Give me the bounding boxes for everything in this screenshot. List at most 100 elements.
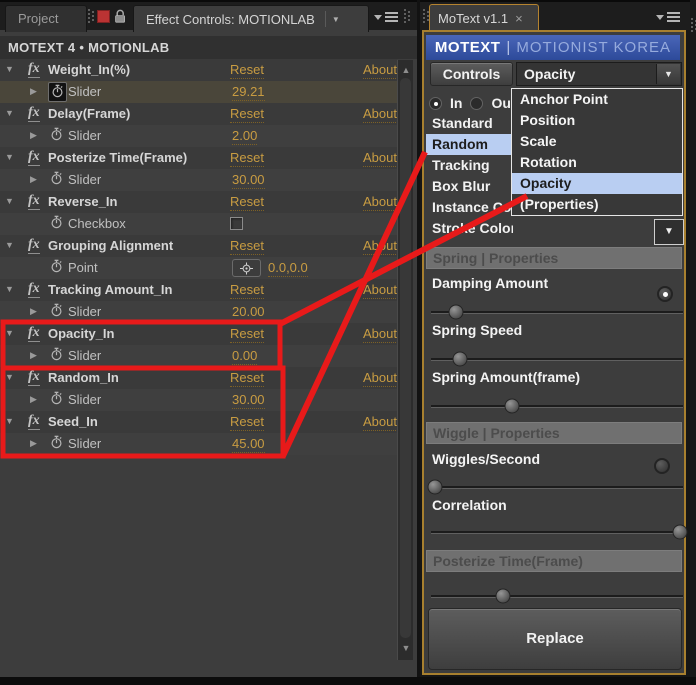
property-value[interactable]: 45.00: [232, 436, 265, 453]
reset-link[interactable]: Reset: [230, 370, 264, 387]
effect-header-row[interactable]: ▼ fx Weight_In(%) Reset About: [0, 59, 400, 81]
property-value[interactable]: 0.00: [232, 348, 258, 365]
property-row[interactable]: Point 0.0,0.0: [0, 257, 397, 279]
spring-speed-slider-handle[interactable]: [452, 351, 468, 367]
effect-header-row[interactable]: ▼ fx Opacity_In Reset About: [0, 323, 400, 345]
panel-grip-icon[interactable]: [88, 9, 96, 25]
stopwatch-icon[interactable]: [50, 391, 63, 408]
reset-link[interactable]: Reset: [230, 326, 264, 343]
stopwatch-icon[interactable]: [50, 435, 63, 452]
point-value[interactable]: 0.0,0.0: [268, 260, 308, 277]
replace-button[interactable]: Replace: [428, 608, 682, 670]
effect-header-row[interactable]: ▼ fx Tracking Amount_In Reset About: [0, 279, 400, 301]
checkbox[interactable]: [230, 217, 243, 230]
collapse-triangle-icon[interactable]: ▼: [5, 328, 14, 338]
panel-menu-icon[interactable]: [374, 12, 398, 22]
property-row[interactable]: ▶ Slider 20.00: [0, 301, 397, 323]
scrollbar-thumb[interactable]: [400, 78, 411, 638]
expand-triangle-icon[interactable]: ▶: [30, 394, 37, 405]
scroll-up-icon[interactable]: ▲: [398, 62, 414, 78]
property-row[interactable]: ▶ Slider 0.00: [0, 345, 397, 367]
stopwatch-icon[interactable]: [50, 347, 63, 364]
property-row[interactable]: ▶ Slider 29.21: [0, 81, 397, 103]
wiggles-second-slider-handle[interactable]: [427, 479, 443, 495]
dropdown-option-rotation[interactable]: Rotation: [512, 152, 682, 173]
expand-triangle-icon[interactable]: ▶: [30, 86, 37, 97]
mode-item-tracking[interactable]: Tracking: [426, 155, 513, 176]
tab-project[interactable]: Project: [5, 5, 87, 32]
effect-header-row[interactable]: ▼ fx Delay(Frame) Reset About: [0, 103, 400, 125]
reset-link[interactable]: Reset: [230, 106, 264, 123]
effect-header-row[interactable]: ▼ fx Reverse_In Reset About: [0, 191, 400, 213]
close-icon[interactable]: ×: [515, 6, 523, 32]
about-link[interactable]: About: [363, 414, 400, 431]
damping-slider-handle[interactable]: [448, 304, 464, 320]
collapse-triangle-icon[interactable]: ▼: [5, 284, 14, 294]
damping-slider[interactable]: [431, 304, 683, 320]
correlation-slider[interactable]: [431, 524, 688, 540]
reset-link[interactable]: Reset: [230, 282, 264, 299]
property-value[interactable]: 20.00: [232, 304, 265, 321]
dropdown-option-anchor-point[interactable]: Anchor Point: [512, 89, 682, 110]
expand-triangle-icon[interactable]: ▶: [30, 174, 37, 185]
reset-link[interactable]: Reset: [230, 414, 264, 431]
expand-triangle-icon[interactable]: ▶: [30, 350, 37, 361]
about-link[interactable]: About: [363, 282, 400, 299]
spring-amount-slider[interactable]: [431, 398, 683, 414]
posterize-slider-handle[interactable]: [495, 588, 511, 604]
chevron-down-icon[interactable]: ▼: [332, 7, 340, 32]
collapse-triangle-icon[interactable]: ▼: [5, 240, 14, 250]
dropdown-option-opacity[interactable]: Opacity: [512, 173, 682, 194]
tab-effect-controls[interactable]: Effect Controls: MOTIONLAB ▼: [133, 5, 369, 32]
scroll-down-icon[interactable]: ▼: [398, 640, 414, 656]
property-row[interactable]: Checkbox: [0, 213, 397, 235]
label-color-swatch[interactable]: [97, 10, 110, 23]
panel-grip-icon[interactable]: [404, 9, 412, 25]
stopwatch-icon[interactable]: [48, 82, 67, 102]
about-link[interactable]: About: [363, 326, 400, 343]
reset-link[interactable]: Reset: [230, 194, 264, 211]
effect-header-row[interactable]: ▼ fx Seed_In Reset About: [0, 411, 400, 433]
about-link[interactable]: About: [363, 238, 400, 255]
collapse-triangle-icon[interactable]: ▼: [5, 372, 14, 382]
reset-link[interactable]: Reset: [230, 62, 264, 79]
about-link[interactable]: About: [363, 106, 400, 123]
controls-button[interactable]: Controls: [430, 62, 513, 86]
mode-item-standard[interactable]: Standard: [426, 113, 513, 134]
about-link[interactable]: About: [363, 194, 400, 211]
list-dropdown-arrow-button[interactable]: ▼: [654, 219, 684, 245]
property-value[interactable]: 30.00: [232, 392, 265, 409]
collapse-triangle-icon[interactable]: ▼: [5, 152, 14, 162]
correlation-slider-handle[interactable]: [672, 524, 688, 540]
wiggle-indicator-radio[interactable]: [654, 458, 670, 474]
spring-speed-slider[interactable]: [431, 351, 683, 367]
expand-triangle-icon[interactable]: ▶: [30, 438, 37, 449]
radio-out[interactable]: [470, 96, 484, 110]
about-link[interactable]: About: [363, 370, 400, 387]
dropdown-option-properties[interactable]: (Properties): [512, 194, 682, 215]
stopwatch-icon[interactable]: [50, 171, 63, 188]
panel-grip-icon[interactable]: [691, 18, 696, 34]
tab-motext[interactable]: MoText v1.1 ×: [429, 4, 539, 32]
about-link[interactable]: About: [363, 62, 400, 79]
mode-item-instance-color[interactable]: Instance Color: [426, 197, 513, 218]
dropdown-option-scale[interactable]: Scale: [512, 131, 682, 152]
collapse-triangle-icon[interactable]: ▼: [5, 108, 14, 118]
reset-link[interactable]: Reset: [230, 150, 264, 167]
property-value[interactable]: 2.00: [232, 128, 258, 145]
stopwatch-icon[interactable]: [50, 303, 63, 320]
dropdown-option-position[interactable]: Position: [512, 110, 682, 131]
collapse-triangle-icon[interactable]: ▼: [5, 196, 14, 206]
mode-item-random[interactable]: Random: [426, 134, 513, 155]
scrollbar[interactable]: ▲ ▼: [397, 60, 413, 660]
property-value[interactable]: 29.21: [232, 84, 265, 101]
posterize-slider[interactable]: [431, 588, 683, 604]
unlock-icon[interactable]: [113, 8, 128, 24]
about-link[interactable]: About: [363, 150, 400, 167]
effect-header-row[interactable]: ▼ fx Random_In Reset About: [0, 367, 400, 389]
stopwatch-icon[interactable]: [50, 259, 63, 276]
expand-triangle-icon[interactable]: ▶: [30, 306, 37, 317]
damping-indicator-radio[interactable]: [657, 286, 673, 302]
property-row[interactable]: ▶ Slider 30.00: [0, 169, 397, 191]
reset-link[interactable]: Reset: [230, 238, 264, 255]
